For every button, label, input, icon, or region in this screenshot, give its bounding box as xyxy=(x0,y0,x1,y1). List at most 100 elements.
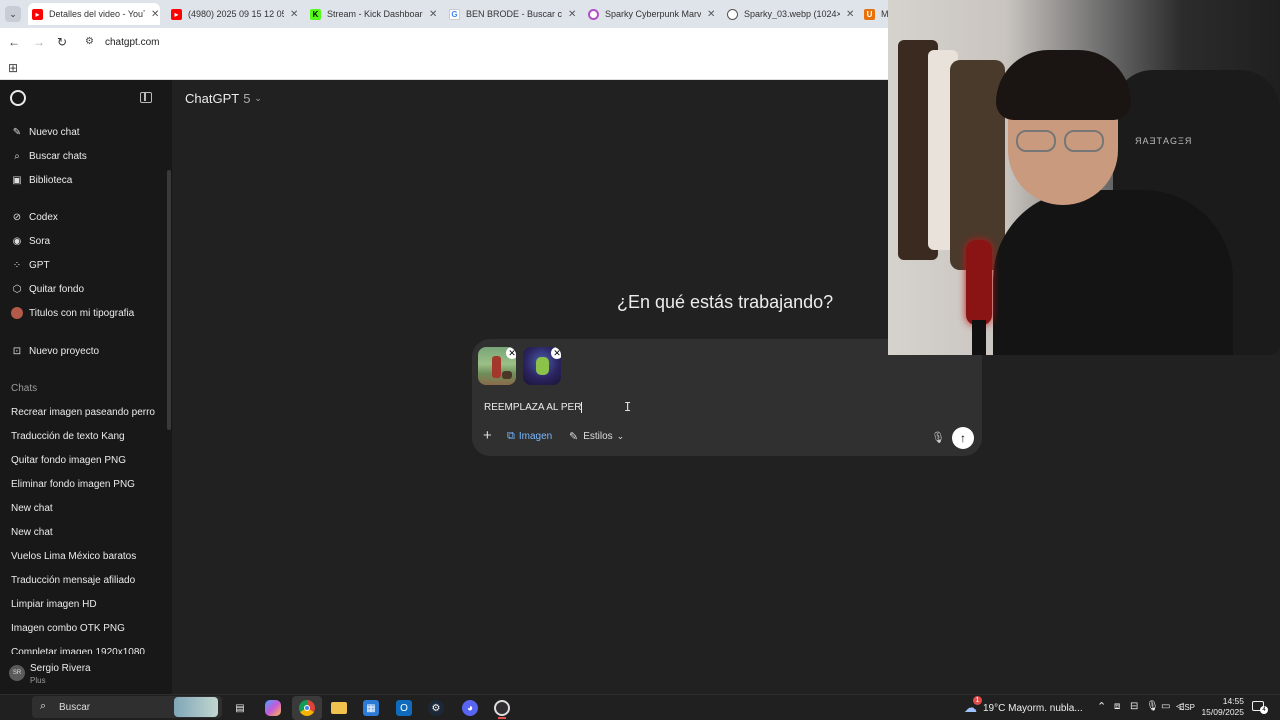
url-text[interactable]: chatgpt.com xyxy=(105,37,159,48)
microphone-icon[interactable]: 🎙 xyxy=(931,431,945,444)
weather-widget[interactable]: ☁ 1 19°C Mayorm. nubla... xyxy=(964,696,1083,716)
styles-dropdown[interactable]: ✎ Estilos ⌄ xyxy=(569,430,624,443)
tab-title: BEN BRODE - Buscar con G xyxy=(466,9,562,19)
toggle-sidebar-icon[interactable] xyxy=(140,92,152,103)
chat-history-item[interactable]: Traducción de texto Kang xyxy=(11,431,125,442)
network-icon[interactable]: ▭ xyxy=(1161,701,1170,712)
avatar-initials: SR xyxy=(12,670,22,676)
gpt-avatar-icon xyxy=(11,307,23,319)
notification-center-icon[interactable]: 4 xyxy=(1252,701,1268,714)
sidebar-item-label: Sora xyxy=(29,235,51,247)
openai-logo-icon[interactable] xyxy=(10,90,26,106)
task-view-icon[interactable]: ▤ xyxy=(232,700,248,716)
browser-tab[interactable]: K Stream - Kick Dashboard ✕ xyxy=(306,3,438,25)
sidebar-item-gpt[interactable]: ⁘ GPT xyxy=(0,254,168,276)
remove-attachment-icon[interactable]: ✕ xyxy=(506,347,516,359)
chat-history-item[interactable]: Limpiar imagen HD xyxy=(11,599,97,610)
image-tool-icon: ⧉ xyxy=(507,430,515,442)
clock[interactable]: 14:55 15/09/2025 xyxy=(1198,696,1244,718)
new-chat-icon: ✎ xyxy=(12,126,22,138)
gpt-grid-icon: ⁘ xyxy=(12,259,22,271)
outlook-icon[interactable]: O xyxy=(396,700,412,716)
add-attachment-icon[interactable]: + xyxy=(483,427,492,444)
send-button[interactable]: ↑ xyxy=(952,427,974,449)
browser-tab[interactable]: ▸ (4980) 2025 09 15 12 05 ✕ xyxy=(167,3,299,25)
chrome-taskbar-button[interactable] xyxy=(292,696,322,720)
chat-history-item[interactable]: Traducción mensaje afiliado xyxy=(11,575,135,586)
user-account[interactable]: SR Sergio Rivera Plus xyxy=(0,658,172,694)
sidebar-item-label: Titulos con mi tipografia xyxy=(29,307,135,319)
sidebar-scrollbar[interactable] xyxy=(167,170,171,430)
tray-mic-icon[interactable]: 🎙 xyxy=(1146,701,1159,712)
sidebar-item-titulos[interactable]: Titulos con mi tipografia xyxy=(0,302,168,324)
back-icon[interactable]: ← xyxy=(8,35,20,49)
windows-start-icon[interactable] xyxy=(8,700,21,713)
browser-tab[interactable]: Sparky Cyberpunk Marvel ✕ xyxy=(584,3,716,25)
chat-history-item[interactable]: Recrear imagen paseando perro xyxy=(11,407,155,418)
prompt-input[interactable]: REEMPLAZA AL PER xyxy=(484,402,583,413)
tray-overflow-chevron-icon[interactable]: ⌃ xyxy=(1097,700,1106,713)
recording-indicator xyxy=(498,717,506,719)
text-caret xyxy=(581,402,583,413)
search-icon: ⌕ xyxy=(14,150,20,162)
chat-history-item[interactable]: New chat xyxy=(11,527,53,538)
youtube-icon: ▸ xyxy=(171,8,182,20)
close-tab-icon[interactable]: ✕ xyxy=(846,9,854,20)
remove-attachment-icon[interactable]: ✕ xyxy=(551,347,561,359)
cloud-icon: ☁ 1 xyxy=(964,696,982,716)
codex-icon: ⊘ xyxy=(12,211,22,223)
browser-tab[interactable]: ▸ Detalles del video - YouTube ✕ xyxy=(28,3,160,25)
close-tab-icon[interactable]: ✕ xyxy=(290,9,298,20)
person-figure xyxy=(492,356,501,378)
attachment-thumbnail[interactable]: ✕ xyxy=(478,347,516,385)
chat-history-item[interactable]: New chat xyxy=(11,503,53,514)
sidebar-item-codex[interactable]: ⊘ Codex xyxy=(0,206,168,228)
close-tab-icon[interactable]: ✕ xyxy=(707,9,715,20)
chrome-icon xyxy=(299,700,315,716)
browser-tab[interactable]: Sparky_03.webp (1024×10 ✕ xyxy=(723,3,855,25)
taskbar-search[interactable]: ⌕ Buscar xyxy=(32,696,222,718)
chat-history-item[interactable]: Vuelos Lima México baratos xyxy=(11,551,136,562)
file-explorer-icon[interactable] xyxy=(331,702,347,714)
browser-tab[interactable]: G BEN BRODE - Buscar con G ✕ xyxy=(445,3,577,25)
close-tab-icon[interactable]: ✕ xyxy=(568,9,576,20)
sidebar-item-label: Nuevo proyecto xyxy=(29,345,100,357)
sidebar-item-quitar-fondo[interactable]: ⬡ Quitar fondo xyxy=(0,278,168,300)
close-tab-icon[interactable]: ✕ xyxy=(151,9,159,20)
apps-grid-icon[interactable]: ⊞ xyxy=(8,61,18,75)
sidebar-item-sora[interactable]: ◉ Sora xyxy=(0,230,168,252)
browser-tab[interactable]: U M xyxy=(862,3,888,25)
sidebar-item-new-project[interactable]: ⊡ Nuevo proyecto xyxy=(0,340,168,362)
sidebar-item-search-chats[interactable]: ⌕ Buscar chats xyxy=(0,145,168,167)
discord-icon[interactable]: ◕ xyxy=(462,700,478,716)
language-indicator[interactable]: ESP xyxy=(1179,703,1195,712)
image-tool-chip[interactable]: ⧉ Imagen xyxy=(507,430,552,443)
sidebar-item-library[interactable]: ▣ Biblioteca xyxy=(0,169,168,191)
chat-history-item[interactable]: Imagen combo OTK PNG xyxy=(11,623,125,634)
attachment-thumbnail[interactable]: ✕ xyxy=(523,347,561,385)
microsoft-store-icon[interactable]: ▦ xyxy=(363,700,379,716)
tray-app-icon[interactable]: ⧈ xyxy=(1114,701,1120,712)
site-settings-icon[interactable]: ⚙ xyxy=(85,36,94,47)
model-selector[interactable]: ChatGPT 5 ⌄ xyxy=(185,91,262,106)
tab-list-chevron-icon[interactable]: ⌄ xyxy=(5,6,21,22)
chat-history-item[interactable]: Completar imagen 1920x1080 xyxy=(11,647,145,654)
sidebar-item-new-chat[interactable]: ✎ Nuevo chat xyxy=(0,121,168,143)
chat-history-item[interactable]: Eliminar fondo imagen PNG xyxy=(11,479,135,490)
forward-icon[interactable]: → xyxy=(33,35,45,49)
reload-icon[interactable]: ↻ xyxy=(57,35,67,49)
sidebar-item-label: Buscar chats xyxy=(29,150,87,162)
copilot-icon[interactable] xyxy=(265,700,281,716)
obs-icon[interactable] xyxy=(494,700,510,716)
character-figure xyxy=(536,357,549,375)
close-tab-icon[interactable]: ✕ xyxy=(429,9,437,20)
google-icon: G xyxy=(449,8,460,20)
chats-section-header: Chats xyxy=(11,383,38,394)
image-tool-label: Imagen xyxy=(518,431,553,442)
model-version: 5 xyxy=(243,91,251,106)
chat-history-item[interactable]: Quitar fondo imagen PNG xyxy=(11,455,126,466)
steam-icon[interactable]: ⚙ xyxy=(428,700,444,716)
tray-usb-icon[interactable]: ⊟ xyxy=(1130,701,1138,712)
site-icon: U xyxy=(864,8,875,20)
youtube-icon: ▸ xyxy=(32,8,43,20)
